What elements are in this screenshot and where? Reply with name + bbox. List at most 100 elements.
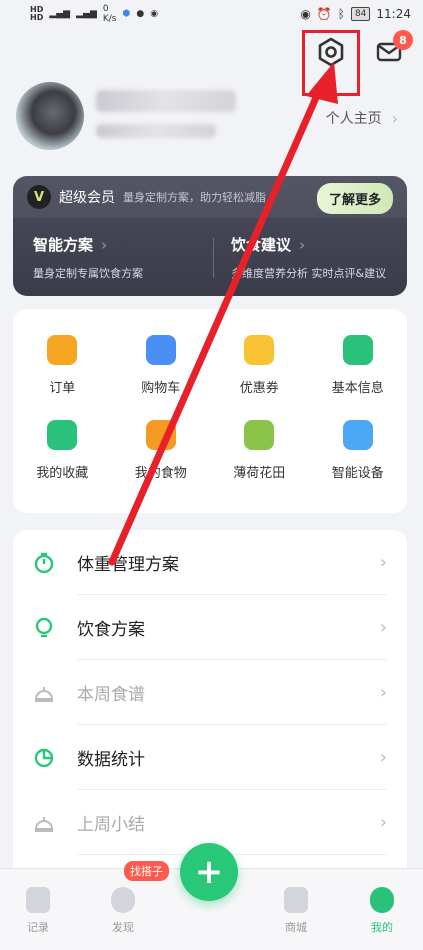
plus-icon: + [194,852,224,892]
signal-icon: HD HD [30,5,44,22]
grid-item-label: 基本信息 [331,381,384,396]
grid-item-label: 我的食物 [134,466,187,481]
grid-item-order[interactable]: 订单 [13,335,112,396]
bottom-tab-bar: 记录 发现 找搭子 + 商城 我的 [0,843,423,950]
food-icon [145,420,176,450]
menu-item-label: 体重管理方案 [77,555,179,575]
chevron-right-icon: › [379,812,387,833]
pie-chart-icon [34,748,54,767]
status-left: HD HD ▂▄▆ ▂▄▆ 0 K/s ⬢ ● ◉ [30,4,158,24]
grid-item-cart[interactable]: 购物车 [112,335,211,396]
vip-diet-advice[interactable]: 饮食建议 › 多维度营养分析 实时点评&建议 [231,234,386,281]
chevron-right-icon: › [379,617,387,638]
grid-item-label: 订单 [49,381,76,396]
menu-item-label: 饮食方案 [77,620,145,640]
status-right: ◉ ⏰ ᛒ 84 11:24 [300,7,411,21]
user-id-blurred [96,124,216,138]
chevron-right-icon: › [379,552,387,573]
menu-item-label: 上周小结 [77,815,145,835]
tab-record[interactable]: 记录 [8,887,68,935]
shield-icon: ⬢ [122,9,131,19]
menu-list-card: 体重管理方案 › 饮食方案 › 本周食谱 › 数据统计 › 上周小结 › [13,530,407,870]
messages-button[interactable]: 8 [375,30,413,66]
vip-right-sub: 多维度营养分析 实时点评&建议 [231,267,387,280]
username-blurred [96,90,236,112]
tab-shop[interactable]: 商城 [266,887,326,935]
grid-item-label: 智能设备 [331,466,384,481]
grid-item-label: 薄荷花田 [233,466,286,481]
menu-item[interactable]: 数据统计 › [13,725,407,790]
menu-item[interactable]: 本周食谱 › [13,660,407,725]
dish-icon [34,816,54,832]
tab-record-label: 记录 [27,921,49,934]
garden-icon [244,420,275,450]
status-bar: HD HD ▂▄▆ ▂▄▆ 0 K/s ⬢ ● ◉ ◉ ⏰ ᛒ 84 11:24 [0,0,423,28]
battery-icon: 84 [350,7,371,21]
device-icon [342,420,373,450]
grid-item-food[interactable]: 我的食物 [112,420,211,481]
chevron-right-icon: › [379,747,387,768]
chevron-right-icon: › [299,235,306,254]
net-speed: 0 K/s [102,4,117,24]
menu-item[interactable]: 体重管理方案 › [13,530,407,595]
menu-item-label: 数据统计 [77,750,145,770]
discover-icon [111,887,135,913]
record-icon [26,887,50,913]
menu-item-label: 本周食谱 [77,685,145,705]
chat-icon: ● [136,9,145,19]
vip-logo-icon: V [27,185,51,209]
signal-bars-icon-2: ▂▄▆ [76,9,97,19]
bulb-icon [35,617,53,637]
app-icon: ◉ [150,9,159,19]
chevron-right-icon: › [101,235,108,254]
add-record-button[interactable]: + [180,843,238,901]
menu-list: 体重管理方案 › 饮食方案 › 本周食谱 › 数据统计 › 上周小结 › [13,530,407,855]
profile-home-label: 个人主页 [325,111,382,127]
tab-discover[interactable]: 发现 [93,887,153,935]
grid-item-label: 优惠券 [239,381,279,396]
profile-row[interactable]: 个人主页 › [16,82,406,154]
grid-item-favorites[interactable]: 我的收藏 [13,420,112,481]
favorites-icon [47,420,78,450]
grid-item-profile-info[interactable]: 基本信息 [309,335,408,396]
vip-subtitle: 量身定制方案，助力轻松减脂 [123,191,266,204]
signal-bars-icon: ▂▄▆ [49,9,71,19]
timer-icon [34,552,54,573]
vip-card[interactable]: V 超级会员 量身定制方案，助力轻松减脂 了解更多 智能方案 › 量身定制专属饮食… [13,176,407,296]
chevron-right-icon: › [379,682,387,703]
coupon-icon [244,335,275,365]
chevron-right-icon: › [391,108,398,128]
vip-learn-more-button[interactable]: 了解更多 [316,183,393,214]
vip-title: 超级会员 [59,190,115,206]
vip-divider [213,238,214,278]
vip-smart-plan[interactable]: 智能方案 › 量身定制专属饮食方案 [33,234,143,281]
profile-info-icon [342,335,373,365]
grid-item-device[interactable]: 智能设备 [309,420,408,481]
tab-shop-label: 商城 [285,921,307,934]
tab-mine-label: 我的 [371,921,393,934]
grid-item-label: 购物车 [141,381,181,396]
tab-mine[interactable]: 我的 [352,887,412,935]
menu-item[interactable]: 饮食方案 › [13,595,407,660]
profile-home-link[interactable]: 个人主页 › [326,108,398,128]
shop-bag-icon [284,887,308,913]
mail-badge: 8 [393,30,413,50]
dish-icon [34,686,54,702]
cart-icon [145,335,176,365]
grid-item-coupon[interactable]: 优惠券 [210,335,309,396]
grid-item-label: 我的收藏 [36,466,89,481]
vip-header: V 超级会员 量身定制方案，助力轻松减脂 了解更多 [13,176,407,218]
shortcut-grid-card: 订单 购物车 优惠券 基本信息我的收藏 我的食物 薄荷花田 智能设备 [13,309,407,513]
clock: 11:24 [376,7,411,21]
grid-item-garden[interactable]: 薄荷花田 [210,420,309,481]
vip-left-sub: 量身定制专属饮食方案 [33,267,143,280]
find-buddy-badge[interactable]: 找搭子 [124,861,169,881]
avatar[interactable] [16,82,84,150]
shortcut-grid: 订单 购物车 优惠券 基本信息我的收藏 我的食物 薄荷花田 智能设备 [13,309,407,481]
mine-icon [370,887,394,913]
vip-right-heading: 饮食建议 [231,236,292,254]
vip-left-heading: 智能方案 [33,236,94,254]
order-icon [47,335,78,365]
alarm-icon: ⏰ [316,7,332,21]
tab-discover-label: 发现 [112,921,134,934]
